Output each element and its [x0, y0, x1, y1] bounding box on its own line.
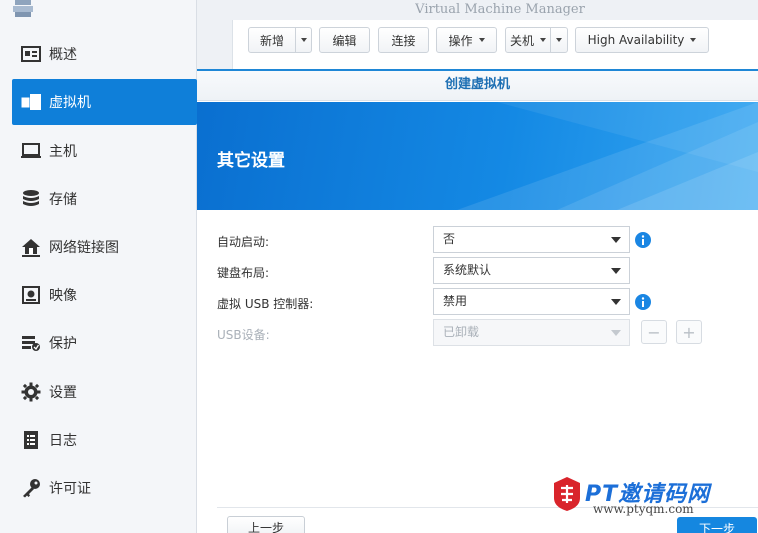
sidebar-item-storage[interactable]: 存储 — [12, 176, 197, 222]
keyboard-layout-label: 键盘布局: — [217, 266, 270, 280]
settings-icon — [21, 382, 41, 402]
sidebar-item-label: 保护 — [49, 336, 77, 352]
sidebar-item-image[interactable]: 映像 — [12, 272, 197, 318]
sidebar-item-settings[interactable]: 设置 — [12, 369, 197, 415]
connect-button[interactable]: 连接 — [378, 27, 429, 53]
previous-step-button[interactable]: 上一步 — [227, 516, 305, 533]
overview-icon — [21, 44, 41, 64]
keyboard-layout-select[interactable]: 系统默认 — [433, 257, 630, 284]
network-icon — [21, 237, 41, 257]
chevron-down-icon — [611, 237, 621, 243]
usb-device-select[interactable]: 已卸载 — [433, 319, 630, 346]
sidebar-item-host[interactable]: 主机 — [12, 128, 197, 174]
sidebar-item-label: 虚拟机 — [49, 95, 91, 111]
action-menu-button[interactable]: 操作 — [436, 27, 497, 53]
storage-icon — [21, 189, 41, 209]
sidebar-item-label: 概述 — [49, 47, 77, 63]
chevron-down-icon — [556, 38, 562, 42]
create-vm-dialog: 创建虚拟机 其它设置 自动启动: 否 键盘布局: 系统默认 虚拟 USB 控制器… — [197, 69, 758, 533]
autostart-select[interactable]: 否 — [433, 226, 630, 253]
add-dropdown-button[interactable] — [295, 27, 312, 53]
protection-icon — [21, 333, 41, 353]
app-logo-icon — [13, 0, 33, 17]
sidebar-item-label: 日志 — [49, 433, 77, 449]
watermark: PT邀请码网 www.ptyqm.com — [551, 476, 751, 516]
usb-controller-select[interactable]: 禁用 — [433, 288, 630, 315]
sidebar-item-label: 映像 — [49, 288, 77, 304]
sidebar-item-label: 许可证 — [49, 481, 91, 497]
chevron-down-icon — [690, 38, 697, 42]
sidebar: 概述 虚拟机 主机 存储 网络链接图 映像 保护 设置 日志 许可证 — [0, 0, 197, 533]
dialog-title: 创建虚拟机 — [197, 71, 758, 101]
license-key-icon — [21, 478, 41, 498]
host-icon — [21, 141, 41, 161]
chevron-down-icon — [478, 38, 485, 42]
dialog-banner: 其它设置 — [197, 102, 758, 210]
chevron-down-icon — [611, 299, 621, 305]
virtual-machine-icon — [21, 92, 41, 112]
high-availability-button[interactable]: High Availability — [575, 27, 709, 53]
sidebar-item-virtual-machine[interactable]: 虚拟机 — [12, 79, 197, 125]
watermark-logo-icon — [554, 477, 580, 511]
usb-device-label: USB设备: — [217, 328, 270, 342]
sidebar-item-log[interactable]: 日志 — [12, 417, 197, 463]
shutdown-menu-button[interactable]: 关机 — [505, 27, 551, 53]
image-icon — [21, 285, 41, 305]
sidebar-item-protection[interactable]: 保护 — [12, 320, 197, 366]
sidebar-item-network[interactable]: 网络链接图 — [12, 224, 197, 270]
edit-button[interactable]: 编辑 — [319, 27, 370, 53]
watermark-url: www.ptyqm.com — [593, 502, 694, 516]
info-icon[interactable] — [635, 294, 651, 310]
toolbar: 新增 编辑 连接 操作 关机 High Availability — [232, 20, 758, 70]
next-step-button[interactable]: 下一步 — [677, 517, 757, 533]
shutdown-dropdown-button[interactable] — [550, 27, 568, 53]
sidebar-item-label: 存储 — [49, 192, 77, 208]
log-icon — [21, 430, 41, 450]
chevron-down-icon — [540, 38, 546, 42]
chevron-down-icon — [300, 38, 307, 42]
sidebar-item-overview[interactable]: 概述 — [12, 31, 197, 77]
chevron-down-icon — [611, 268, 621, 274]
sidebar-item-license[interactable]: 许可证 — [12, 465, 197, 511]
info-icon[interactable] — [635, 232, 651, 248]
sidebar-item-label: 设置 — [49, 385, 77, 401]
chevron-down-icon — [611, 330, 621, 336]
sidebar-item-label: 主机 — [49, 144, 77, 160]
usb-controller-label: 虚拟 USB 控制器: — [217, 297, 314, 311]
add-usb-button[interactable]: + — [676, 320, 702, 344]
autostart-label: 自动启动: — [217, 235, 270, 249]
remove-usb-button[interactable]: − — [641, 320, 667, 344]
window-title: Virtual Machine Manager — [415, 2, 585, 17]
sidebar-item-label: 网络链接图 — [49, 240, 119, 256]
add-button[interactable]: 新增 — [248, 27, 296, 53]
banner-title: 其它设置 — [217, 151, 285, 171]
